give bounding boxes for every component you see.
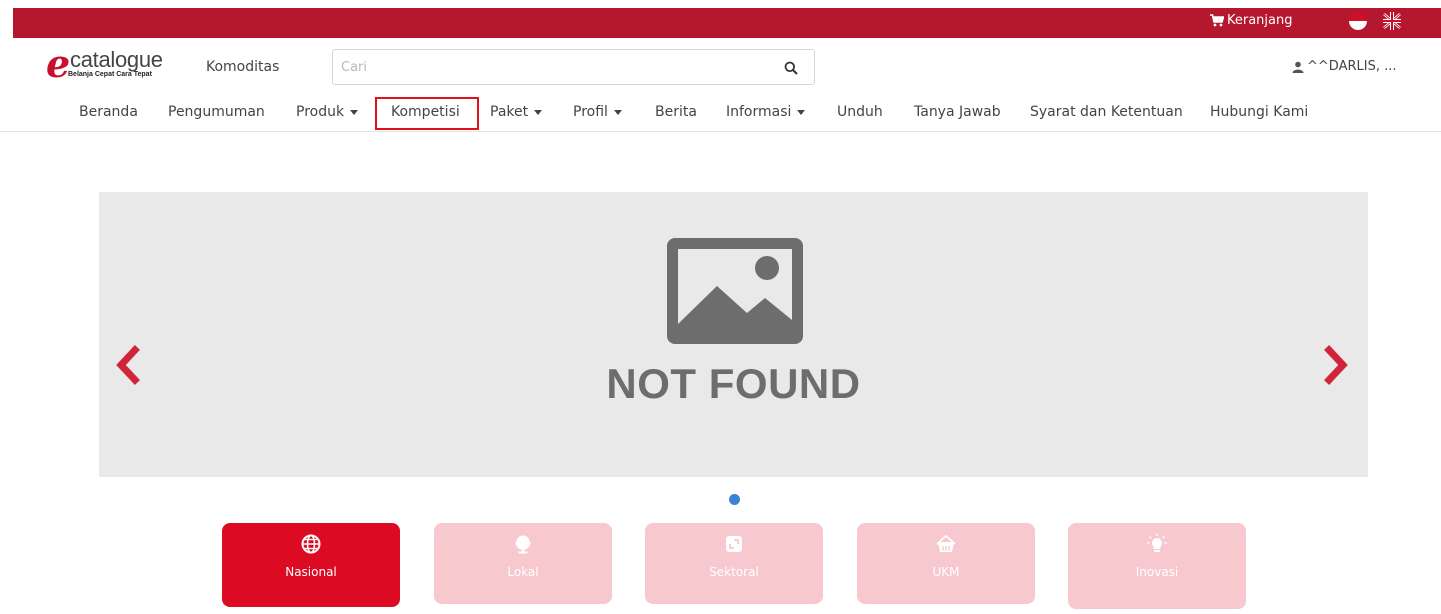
carousel-next-button[interactable] [1319,340,1355,390]
main-nav: Beranda Pengumuman Produk Kompetisi Pake… [0,96,1441,132]
category-label: Inovasi [1135,565,1179,579]
ecatalogue-logo[interactable]: e catalogue Belanja Cepat Cara Tepat [46,44,176,90]
desk-globe-icon [512,533,534,555]
nav-item-berita[interactable]: Berita [655,104,697,120]
nav-item-hubungi-kami[interactable]: Hubungi Kami [1210,104,1308,120]
logo-e-mark: e [46,41,71,86]
nav-item-label: Beranda [79,104,138,120]
nav-item-label: Unduh [837,104,883,120]
nav-item-tanya-jawab[interactable]: Tanya Jawab [914,104,1001,120]
category-nasional[interactable]: Nasional [222,523,400,607]
category-label: Lokal [507,565,539,579]
category-inovasi[interactable]: Inovasi [1068,523,1246,609]
category-lokal[interactable]: Lokal [434,523,612,604]
expand-icon [723,533,745,555]
not-found-text: NOT FOUND [606,360,861,407]
user-menu[interactable]: ^^DARLIS, ... [1292,59,1396,74]
category-ukm[interactable]: UKM [857,523,1035,604]
search-button[interactable] [781,58,801,78]
user-name: ^^DARLIS, ... [1307,59,1397,74]
nav-item-label: Hubungi Kami [1210,104,1309,120]
nav-item-label: Informasi [726,104,792,120]
nav-item-informasi[interactable]: Informasi [726,104,806,120]
nav-item-syarat-ketentuan[interactable]: Syarat dan Ketentuan [1030,104,1183,120]
nav-item-pengumuman[interactable]: Pengumuman [168,104,265,120]
nav-item-label: Profil [573,104,608,120]
komoditas-menu[interactable]: Komoditas [206,59,279,75]
nav-item-produk[interactable]: Produk [296,104,359,120]
cart-label: Keranjang [1227,13,1293,28]
search-input[interactable] [341,58,761,76]
chevron-left-icon [116,345,140,385]
uk-flag-icon[interactable] [1383,12,1401,30]
search-box [332,49,815,85]
nav-item-profil[interactable]: Profil [573,104,622,120]
nav-item-label: Pengumuman [168,104,265,120]
basket-icon [935,533,957,555]
chevron-right-icon [1324,345,1348,385]
indonesia-flag-icon[interactable] [1349,12,1367,30]
image-placeholder-icon [667,238,803,344]
logo-tagline: Belanja Cepat Cara Tepat [68,71,152,78]
nav-item-label: Tanya Jawab [914,104,1001,120]
nav-item-unduh[interactable]: Unduh [837,104,883,120]
caret-down-icon [613,109,622,115]
nav-item-beranda[interactable]: Beranda [79,104,138,120]
carousel-indicator-dot[interactable] [729,494,740,505]
cart-link[interactable]: Keranjang [1210,13,1293,28]
caret-down-icon [797,109,806,115]
nav-item-paket[interactable]: Paket [490,104,543,120]
nav-item-label: Produk [296,104,345,120]
nav-item-label: Syarat dan Ketentuan [1030,104,1183,120]
category-label: UKM [932,565,960,579]
category-label: Nasional [285,565,337,579]
image-carousel: NOT FOUND [99,192,1368,477]
search-icon [784,61,798,75]
cart-icon [1210,14,1224,27]
carousel-prev-button[interactable] [109,340,145,390]
category-sektoral[interactable]: Sektoral [645,523,823,604]
user-icon [1292,61,1304,73]
kompetisi-highlight-box [375,97,479,130]
nav-item-label: Berita [655,104,697,120]
logo-word: catalogue [70,47,163,72]
nav-item-label: Paket [490,104,529,120]
category-label: Sektoral [709,565,759,579]
caret-down-icon [350,109,359,115]
globe-icon [300,533,322,555]
lightbulb-icon [1146,533,1168,555]
caret-down-icon [534,109,543,115]
